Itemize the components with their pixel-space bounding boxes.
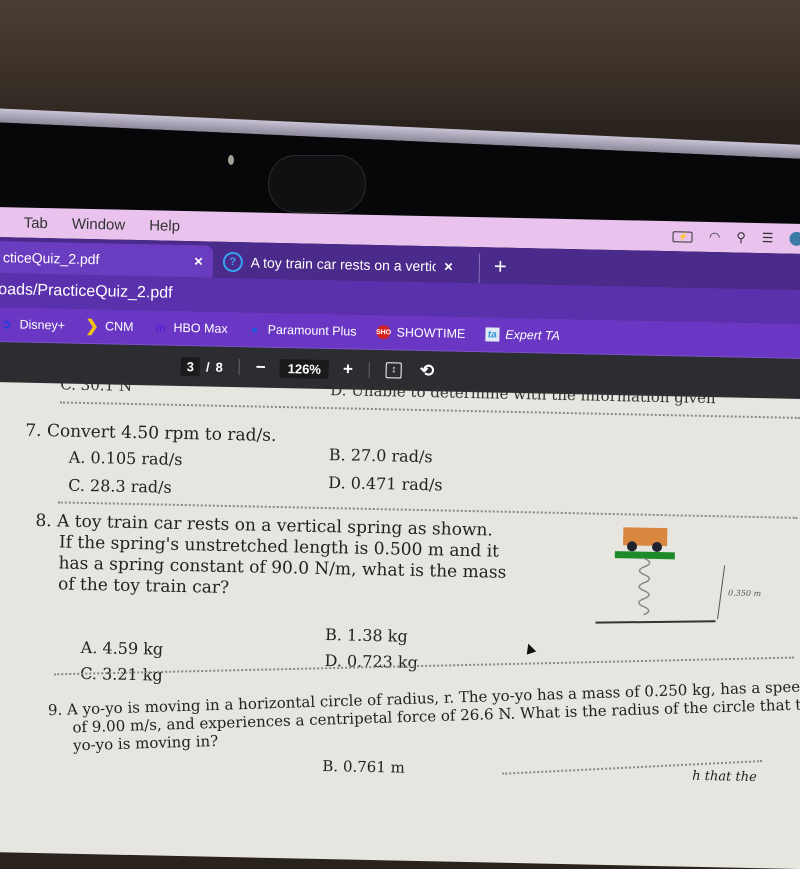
rotate-icon[interactable]: ⟲	[420, 361, 435, 381]
background-room	[0, 0, 800, 120]
q10-cutoff-text: h that the	[692, 768, 757, 786]
q8-option-b: B. 1.38 kg	[324, 625, 408, 646]
mouse-cursor	[523, 641, 537, 655]
bookmark-label: HBO Max	[173, 320, 228, 336]
ground-line	[595, 620, 716, 624]
platform	[614, 551, 675, 560]
q7-option-c: C. 28.3 rad/s	[67, 475, 172, 497]
divider	[368, 361, 371, 378]
pdf-page: C. 30.1 N D. Unable to determine with th…	[0, 375, 800, 869]
zoom-in-button[interactable]: +	[343, 359, 353, 379]
menu-tab[interactable]: Tab	[24, 214, 49, 232]
zoom-out-button[interactable]: −	[256, 358, 266, 378]
help-circle-icon: ?	[222, 251, 243, 273]
bookmark-hbo-max[interactable]: m HBO Max	[153, 320, 228, 336]
q9-option-b: B. 0.761 m	[322, 757, 406, 777]
prev-option-c-cutoff: C. 30.1 N	[60, 375, 133, 395]
webcam-cover	[268, 155, 366, 213]
disney-icon: ➲	[1, 317, 12, 332]
zoom-level-input[interactable]: 126%	[279, 358, 330, 379]
menu-help[interactable]: Help	[149, 217, 180, 235]
bookmark-label: Paramount Plus	[267, 322, 357, 339]
wifi-icon[interactable]: ◠	[709, 229, 721, 245]
dimension-label: 0.350 m	[728, 588, 762, 598]
question-9-text: 9. A yo-yo is moving in a horizontal cir…	[48, 677, 800, 755]
siri-icon[interactable]	[789, 231, 800, 246]
webcam-lens	[228, 155, 234, 165]
fit-page-icon[interactable]: ↕	[385, 362, 403, 379]
question-7-text: 7. Convert 4.50 rpm to rad/s.	[25, 420, 277, 446]
bookmark-showtime[interactable]: SHO SHOWTIME	[376, 325, 465, 341]
new-tab-button[interactable]: +	[478, 253, 507, 284]
tab-title: A toy train car rests on a vertic	[250, 254, 437, 275]
divider	[238, 359, 240, 376]
spring-coil	[638, 558, 651, 616]
question-divider	[54, 656, 795, 676]
page-total: 8	[215, 359, 223, 375]
bookmark-label: Expert TA	[505, 327, 561, 343]
expert-ta-icon: ta	[485, 327, 500, 342]
control-center-icon[interactable]: ☰	[762, 230, 774, 246]
q8-option-a: A. 4.59 kg	[80, 637, 164, 659]
tab-practice-quiz[interactable]: cticeQuiz_2.pdf ×	[0, 240, 214, 278]
q7-option-b: B. 27.0 rad/s	[328, 445, 433, 467]
cnm-chevron-icon: ❯	[85, 317, 99, 336]
bookmark-label: CNM	[104, 319, 134, 334]
tab-toy-train-question[interactable]: ? A toy train car rests on a vertic ×	[213, 246, 464, 283]
menu-window[interactable]: Window	[72, 215, 126, 233]
bookmark-label: Disney+	[19, 317, 66, 333]
bookmark-cnm[interactable]: ❯ CNM	[85, 317, 134, 336]
q7-option-d: D. 0.471 rad/s	[328, 473, 443, 495]
question-8-text: 8. A toy train car rests on a vertical s…	[34, 511, 507, 605]
bookmark-expert-ta[interactable]: ta Expert TA	[485, 327, 560, 343]
url-text: oads/PracticeQuiz_2.pdf	[0, 281, 173, 302]
q7-option-a: A. 0.105 rad/s	[68, 447, 183, 469]
page-separator: /	[205, 358, 210, 375]
search-icon[interactable]: ⚲	[736, 230, 746, 246]
bookmark-paramount-plus[interactable]: ● Paramount Plus	[248, 322, 357, 338]
showtime-icon: SHO	[376, 325, 391, 340]
dimension-line	[717, 565, 726, 620]
menu-status-area: ⚡ ◠ ⚲ ☰	[672, 228, 800, 247]
bookmark-label: SHOWTIME	[396, 325, 466, 341]
paramount-icon: ●	[250, 322, 259, 337]
spring-diagram: 0.350 m	[595, 527, 762, 624]
battery-charging-icon[interactable]: ⚡	[672, 230, 694, 243]
hbo-max-icon: m	[155, 320, 166, 335]
close-icon[interactable]: ×	[444, 258, 453, 275]
close-icon[interactable]: ×	[194, 253, 203, 270]
screen: Tab Window Help ⚡ ◠ ⚲ ☰ cticeQuiz_2.pdf …	[0, 207, 800, 869]
page-number-input[interactable]: 3	[180, 356, 201, 376]
tab-title: cticeQuiz_2.pdf	[2, 249, 100, 268]
bookmark-disney-plus[interactable]: ➲ Disney+	[0, 317, 65, 332]
